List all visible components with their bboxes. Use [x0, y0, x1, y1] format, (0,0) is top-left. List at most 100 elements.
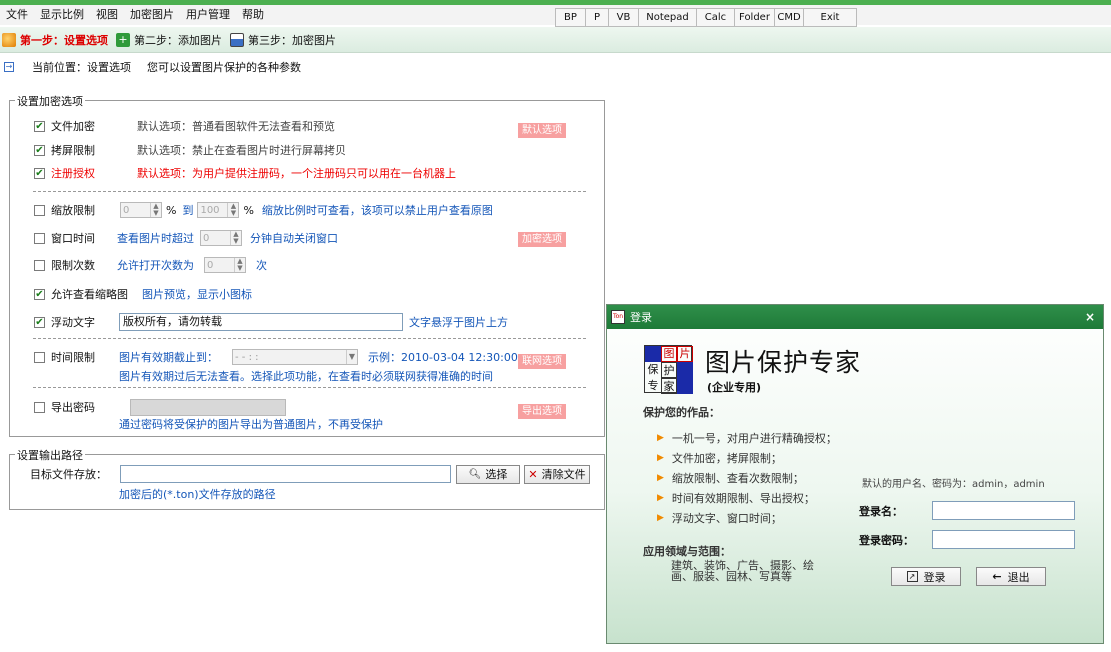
arrow-icon: ▶ [657, 433, 664, 443]
time-limit-note: 图片有效期过后无法查看。选择此项功能，在查看时必须联网获得准确的时间 [119, 370, 493, 383]
add-icon: + [116, 32, 130, 47]
app-name: 图片保护专家 [705, 348, 862, 377]
divider [33, 387, 586, 388]
export-pwd-label: 导出密码 [51, 401, 95, 414]
arrow-icon: ▶ [657, 513, 664, 523]
tool-bp-button[interactable]: BP [556, 9, 586, 26]
app-logo: 图 片 保 护 专 家 [644, 345, 693, 394]
login-button[interactable]: ↗ 登录 [891, 567, 961, 586]
tool-folder-button[interactable]: Folder [735, 9, 775, 26]
time-limit-checkbox[interactable] [34, 351, 45, 363]
window-time-pre: 查看图片时超过 [117, 232, 194, 245]
password-label: 登录密码： [859, 534, 914, 547]
login-icon: ↗ [906, 571, 918, 582]
encrypt-options-title: 设置加密选项 [15, 93, 85, 109]
quick-launch-toolbar: BP P VB Notepad Calc Folder CMD Exit [555, 8, 857, 27]
export-pwd-checkbox[interactable] [34, 401, 45, 413]
list-item: ▶ 浮动文字、窗口时间； [657, 512, 782, 525]
list-item: ▶ 时间有效期限制、导出授权； [657, 492, 815, 505]
float-text-checkbox[interactable]: ✔ [34, 316, 45, 328]
menu-view[interactable]: 视图 [90, 5, 124, 25]
target-folder-label: 目标文件存放： [30, 468, 107, 481]
zoom-percent-from: % [166, 203, 177, 217]
zoom-percent-to: % [243, 203, 254, 217]
close-icon[interactable]: × [1085, 310, 1095, 324]
tab-step-settings[interactable]: 第一步：设置选项 [0, 28, 114, 52]
thumbnail-desc: 图片预览，显示小图标 [142, 288, 252, 301]
menu-zoom[interactable]: 显示比例 [34, 5, 90, 25]
location-hint: 您可以设置图片保护的各种参数 [147, 61, 301, 74]
zoom-to-label: 到 [182, 204, 194, 217]
screen-limit-checkbox[interactable]: ✔ [34, 144, 45, 156]
menu-help[interactable]: 帮助 [236, 5, 270, 25]
arrow-icon: ▶ [657, 473, 664, 483]
window-time-stepper[interactable]: 0 ▲ ▼ [200, 230, 242, 246]
default-options-badge: 默认选项 [518, 123, 566, 138]
float-text-desc: 文字悬浮于图片上方 [409, 316, 508, 329]
window-time-post: 分钟自动关闭窗口 [250, 232, 338, 245]
exit-button[interactable]: ← 退出 [976, 567, 1046, 586]
zoom-from-stepper[interactable]: 0 ▲ ▼ [120, 202, 162, 218]
float-text-input[interactable]: 版权所有，请勿转载 [119, 313, 403, 331]
thumbnail-checkbox[interactable]: ✔ [34, 288, 45, 300]
zoom-limit-checkbox[interactable] [34, 204, 45, 216]
tool-exit-button[interactable]: Exit [804, 9, 856, 26]
open-count-checkbox[interactable] [34, 259, 45, 271]
open-count-pre: 允许打开次数为 [117, 259, 194, 272]
clear-files-button[interactable]: ✕ 清除文件 [524, 464, 590, 484]
location-bar: → 当前位置：设置选项 您可以设置图片保护的各种参数 [0, 56, 1111, 78]
menu-encrypt[interactable]: 加密图片 [124, 5, 180, 25]
time-limit-example: 示例：2010-03-04 12:30:00 [368, 351, 518, 364]
tool-calc-button[interactable]: Calc [697, 9, 735, 26]
zoom-limit-desc: 缩放比例时可查看，该项可以禁止用户查看原图 [261, 204, 493, 217]
time-limit-label: 时间限制 [51, 351, 95, 364]
menu-users[interactable]: 用户管理 [180, 5, 236, 25]
target-folder-input[interactable] [120, 465, 451, 483]
divider [33, 338, 586, 339]
screen-limit-desc: 默认选项：禁止在查看图片时进行屏幕拷贝 [137, 144, 346, 157]
file-encrypt-checkbox[interactable]: ✔ [34, 120, 45, 132]
menu-file[interactable]: 文件 [0, 5, 34, 25]
screen-limit-label: 拷屏限制 [51, 144, 95, 157]
choose-folder-button[interactable]: 🔍︎ 选择 [456, 464, 520, 484]
export-password-input[interactable] [130, 398, 286, 416]
username-label: 登录名： [859, 505, 903, 518]
open-count-stepper[interactable]: 0 ▲ ▼ [204, 257, 246, 273]
arrow-icon: ▶ [657, 453, 664, 463]
password-input[interactable] [932, 530, 1075, 549]
protect-heading: 保护您的作品： [643, 406, 720, 419]
tool-cmd-button[interactable]: CMD [775, 9, 804, 26]
list-item: ▶ 缩放限制、查看次数限制； [657, 472, 804, 485]
expiry-date-picker[interactable]: - - : : ▼ [232, 349, 358, 365]
export-pwd-note: 通过密码将受保护的图片导出为普通图片，不再受保护 [119, 418, 383, 431]
app-icon: Ton [611, 310, 625, 324]
tool-p-button[interactable]: P [586, 9, 609, 26]
float-text-label: 浮动文字 [51, 316, 95, 329]
delete-icon: ✕ [528, 467, 538, 481]
encrypt-icon [230, 32, 244, 47]
zoom-to-stepper[interactable]: 100 ▲ ▼ [197, 202, 240, 218]
register-label: 注册授权 [51, 167, 95, 180]
list-item: ▶ 文件加密，拷屏限制； [657, 452, 782, 465]
login-dialog: Ton 登录 × 图 片 保 护 专 家 图片保护专家 (企业专用) 保护您的作… [606, 304, 1104, 644]
register-checkbox[interactable]: ✔ [34, 167, 45, 179]
encrypt-options-badge: 加密选项 [518, 232, 566, 247]
login-titlebar: Ton 登录 × [607, 305, 1103, 329]
folder-search-icon: 🔍︎ [468, 468, 482, 480]
time-limit-pre: 图片有效期截止到： [119, 351, 218, 364]
edition-label: (企业专用) [707, 381, 762, 394]
register-desc: 默认选项：为用户提供注册码，一个注册码只可以用在一台机器上 [137, 167, 456, 180]
output-path-note: 加密后的(*.ton)文件存放的路径 [119, 488, 276, 501]
tool-vb-button[interactable]: VB [609, 9, 639, 26]
tab-step-add-images[interactable]: + 第二步：添加图片 [114, 28, 228, 52]
open-count-label: 限制次数 [51, 259, 95, 272]
open-count-post: 次 [256, 259, 267, 272]
default-credentials-hint: 默认的用户名、密码为：admin，admin [862, 479, 1045, 490]
window-time-checkbox[interactable] [34, 232, 45, 244]
file-encrypt-desc: 默认选项：普通看图软件无法查看和预览 [137, 120, 335, 133]
list-item: ▶ 一机一号，对用户进行精确授权； [657, 432, 837, 445]
tab-step-encrypt[interactable]: 第三步：加密图片 [228, 28, 342, 52]
tool-notepad-button[interactable]: Notepad [639, 9, 697, 26]
username-input[interactable] [932, 501, 1075, 520]
thumbnail-label: 允许查看缩略图 [51, 288, 128, 301]
